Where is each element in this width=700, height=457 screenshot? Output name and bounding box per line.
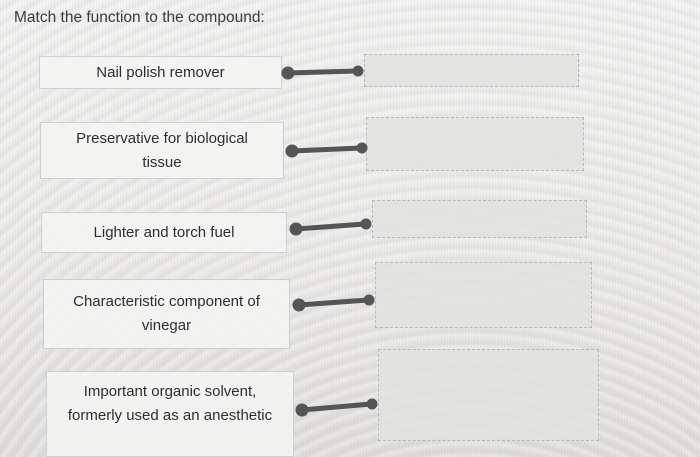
connector-end-dot (363, 294, 375, 306)
connector-end-dot (352, 65, 364, 77)
connector-start-dot (295, 403, 309, 417)
connector-1[interactable] (281, 65, 364, 80)
connector-end-dot (356, 142, 368, 154)
connector-end-dot (366, 398, 378, 410)
connector-start-dot (285, 144, 299, 158)
connector-start-dot (281, 66, 295, 80)
connector-5[interactable] (295, 398, 378, 417)
connector-end-dot (360, 218, 372, 230)
connector-2[interactable] (285, 142, 368, 158)
connector-start-dot (289, 222, 303, 236)
connector-4[interactable] (292, 294, 375, 312)
connector-3[interactable] (289, 218, 372, 236)
connectors-layer (281, 65, 378, 417)
connector-start-dot (292, 298, 306, 312)
